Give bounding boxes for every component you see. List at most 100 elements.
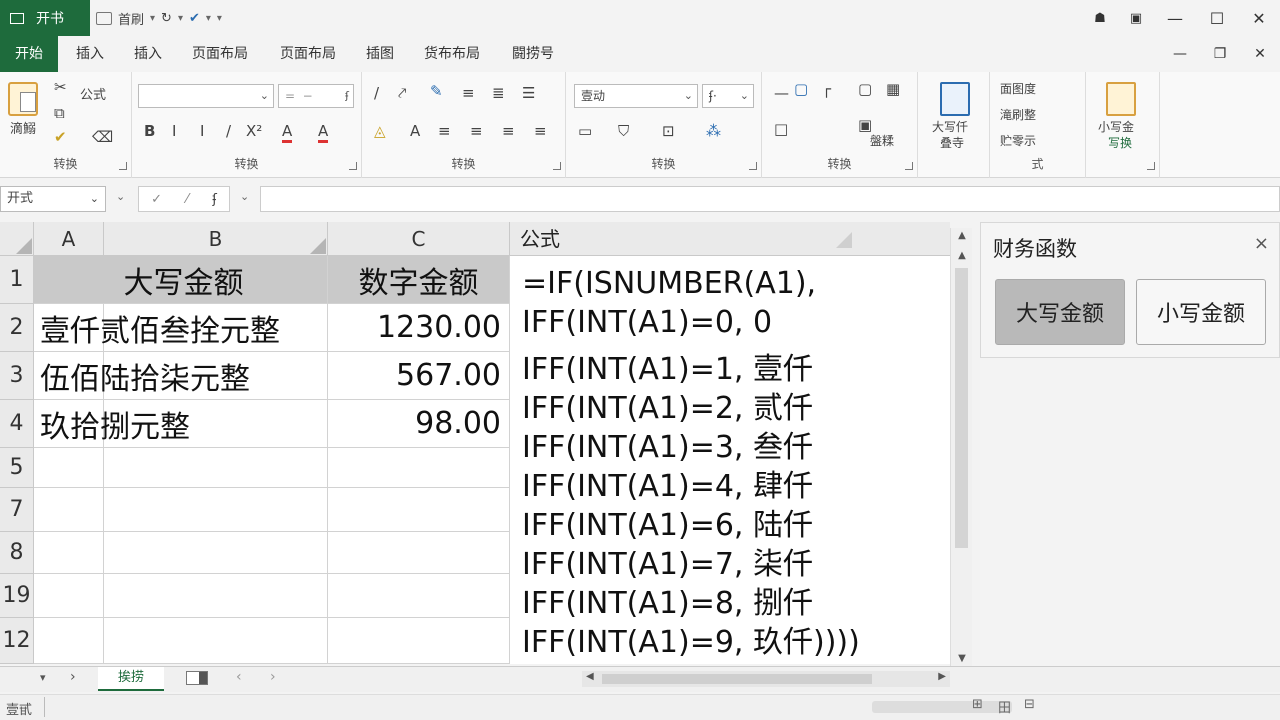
cell-b[interactable] [34,618,328,664]
paste-icon[interactable] [8,82,38,116]
grid-icon[interactable]: ▦ [886,80,900,98]
align-top-icon[interactable]: ≡ [462,84,475,102]
dialog-launcher-icon[interactable] [119,162,127,170]
chevron-down-icon[interactable]: ⌄ [116,190,125,203]
font-color-icon[interactable]: A [282,122,293,143]
dialog-launcher-icon[interactable] [749,162,757,170]
row-header[interactable]: 12 [0,618,34,664]
box-icon[interactable]: ▢ [858,80,872,98]
scroll-up-icon[interactable]: ▲ [951,230,973,241]
convert-button-label[interactable]: 大写仟 [932,118,968,135]
scroll-down-icon[interactable]: ▼ [951,653,973,664]
sheet-next-icon[interactable]: › [70,669,76,685]
scroll-thumb[interactable] [602,674,872,684]
check-icon[interactable]: ✔ [189,11,200,26]
fx-icon[interactable]: ʄ [213,192,217,207]
column-header-a[interactable]: A [34,222,104,256]
underline-icon[interactable]: I [200,122,204,140]
cell-c[interactable]: 数字金额 [328,256,510,304]
minus-icon[interactable]: — [774,84,789,102]
ribbon-close-icon[interactable]: ✕ [1240,46,1280,62]
next-sheet-icon[interactable]: › [270,669,276,685]
bold-icon[interactable]: B [144,122,155,140]
qat-label[interactable]: 首刷 [118,9,144,28]
lowercase-button-label[interactable]: 小写金 [1098,118,1134,135]
account-icon[interactable]: ☗ [1082,11,1118,26]
cell-c[interactable]: 1230.00 [328,304,510,352]
cell-b[interactable] [34,574,328,618]
row-header[interactable]: 8 [0,532,34,574]
cell-b[interactable] [34,532,328,574]
close-button[interactable]: ✕ [1238,9,1280,28]
uppercase-amount-button[interactable]: 大写金额 [995,279,1125,345]
italic-icon[interactable]: I [172,122,176,140]
cell-b[interactable]: 伍佰陆拾柒元整 [34,352,328,400]
dialog-launcher-icon[interactable] [905,162,913,170]
row-header[interactable]: 3 [0,352,34,400]
small-box-icon[interactable]: □ [774,120,788,138]
close-icon[interactable]: × [1254,233,1269,254]
sheet-tab[interactable]: 挨捞 [98,667,164,691]
align-middle-icon[interactable]: ≣ [492,84,505,102]
document-icon[interactable] [96,11,112,25]
zoom-slider[interactable] [872,701,1012,713]
dialog-launcher-icon[interactable] [349,162,357,170]
app-tab[interactable]: 开书 [0,0,90,36]
fx-combo[interactable]: ʄ· ⌄ [702,84,754,108]
formula-input[interactable] [260,186,1280,212]
superscript-icon[interactable]: X² [246,122,262,140]
tab-home[interactable]: 开始 [0,36,58,72]
cell-b[interactable]: 大写金额 [34,256,328,304]
format-icon[interactable]: ⊡ [662,122,675,140]
column-header-c[interactable]: C [328,222,510,256]
list-item[interactable]: 滝刷整 [1000,106,1036,123]
orientation-icon[interactable]: ⤤ [398,84,406,102]
row-header[interactable]: 5 [0,448,34,488]
tab-insert[interactable]: 插入 [76,36,104,72]
table-icon[interactable]: ▭ [578,122,592,140]
scroll-thumb[interactable] [955,268,968,548]
view-layout-icon[interactable]: 田 [998,697,1011,716]
cut-icon[interactable]: ✂ [54,78,67,96]
cell-b[interactable] [34,488,328,532]
row-header[interactable]: 4 [0,400,34,448]
fill-color-icon[interactable]: ◬ [374,122,386,140]
chevron-down-icon[interactable]: ▾ [150,13,155,24]
new-sheet-icon[interactable] [186,671,208,685]
chevron-down-icon[interactable]: ▾ [206,13,211,24]
highlight-color-icon[interactable]: A [318,122,329,143]
cell-b[interactable] [34,448,328,488]
convert-button-sub[interactable]: 叠寺 [940,134,964,151]
list-item[interactable]: 面图度 [1000,80,1036,97]
cell-c[interactable] [328,574,510,618]
row-header[interactable]: 19 [0,574,34,618]
cell-c[interactable] [328,618,510,664]
data-label[interactable]: 盤糅 [870,132,894,149]
cell-c[interactable]: 98.00 [328,400,510,448]
align-left-icon[interactable]: ≡ [438,122,451,140]
scroll-left-icon[interactable]: ◀ [586,671,594,682]
align-right-icon[interactable]: ≡ [502,122,515,140]
column-header-b[interactable]: B [104,222,328,256]
cell-style-icon[interactable]: ▢ [794,80,808,98]
chevron-down-icon[interactable]: ▾ [178,13,183,24]
chevron-down-icon[interactable]: ⌄ [240,190,249,203]
number-format-combo[interactable]: 壹动 ⌄ [574,84,698,108]
scroll-right-icon[interactable]: ▶ [938,671,946,682]
ribbon-minimize-icon[interactable]: — [1160,46,1200,62]
tab-layout[interactable]: 货布布局 [424,36,480,72]
view-page-icon[interactable]: ⊟ [1024,697,1035,712]
copy-icon[interactable]: ⧉ [54,104,65,122]
calc-icon[interactable]: ⁂ [706,122,721,140]
name-box[interactable]: 开式 ⌄ [0,186,106,212]
scroll-up-icon[interactable]: ▲ [951,250,973,261]
list-item[interactable]: 贮零示 [1000,132,1036,149]
tab-page-layout[interactable]: 页面布局 [192,36,248,72]
cell-b[interactable]: 壹仟贰佰叁拴元整 [34,304,328,352]
row-header[interactable]: 7 [0,488,34,532]
horizontal-scrollbar[interactable]: ◀ ▶ [582,671,950,687]
cell-c[interactable] [328,448,510,488]
tab-page-layout-2[interactable]: 页面布局 [280,36,336,72]
font-size-combo[interactable]: = − ʄ [278,84,354,108]
ribbon-restore-icon[interactable]: ❐ [1200,46,1240,62]
